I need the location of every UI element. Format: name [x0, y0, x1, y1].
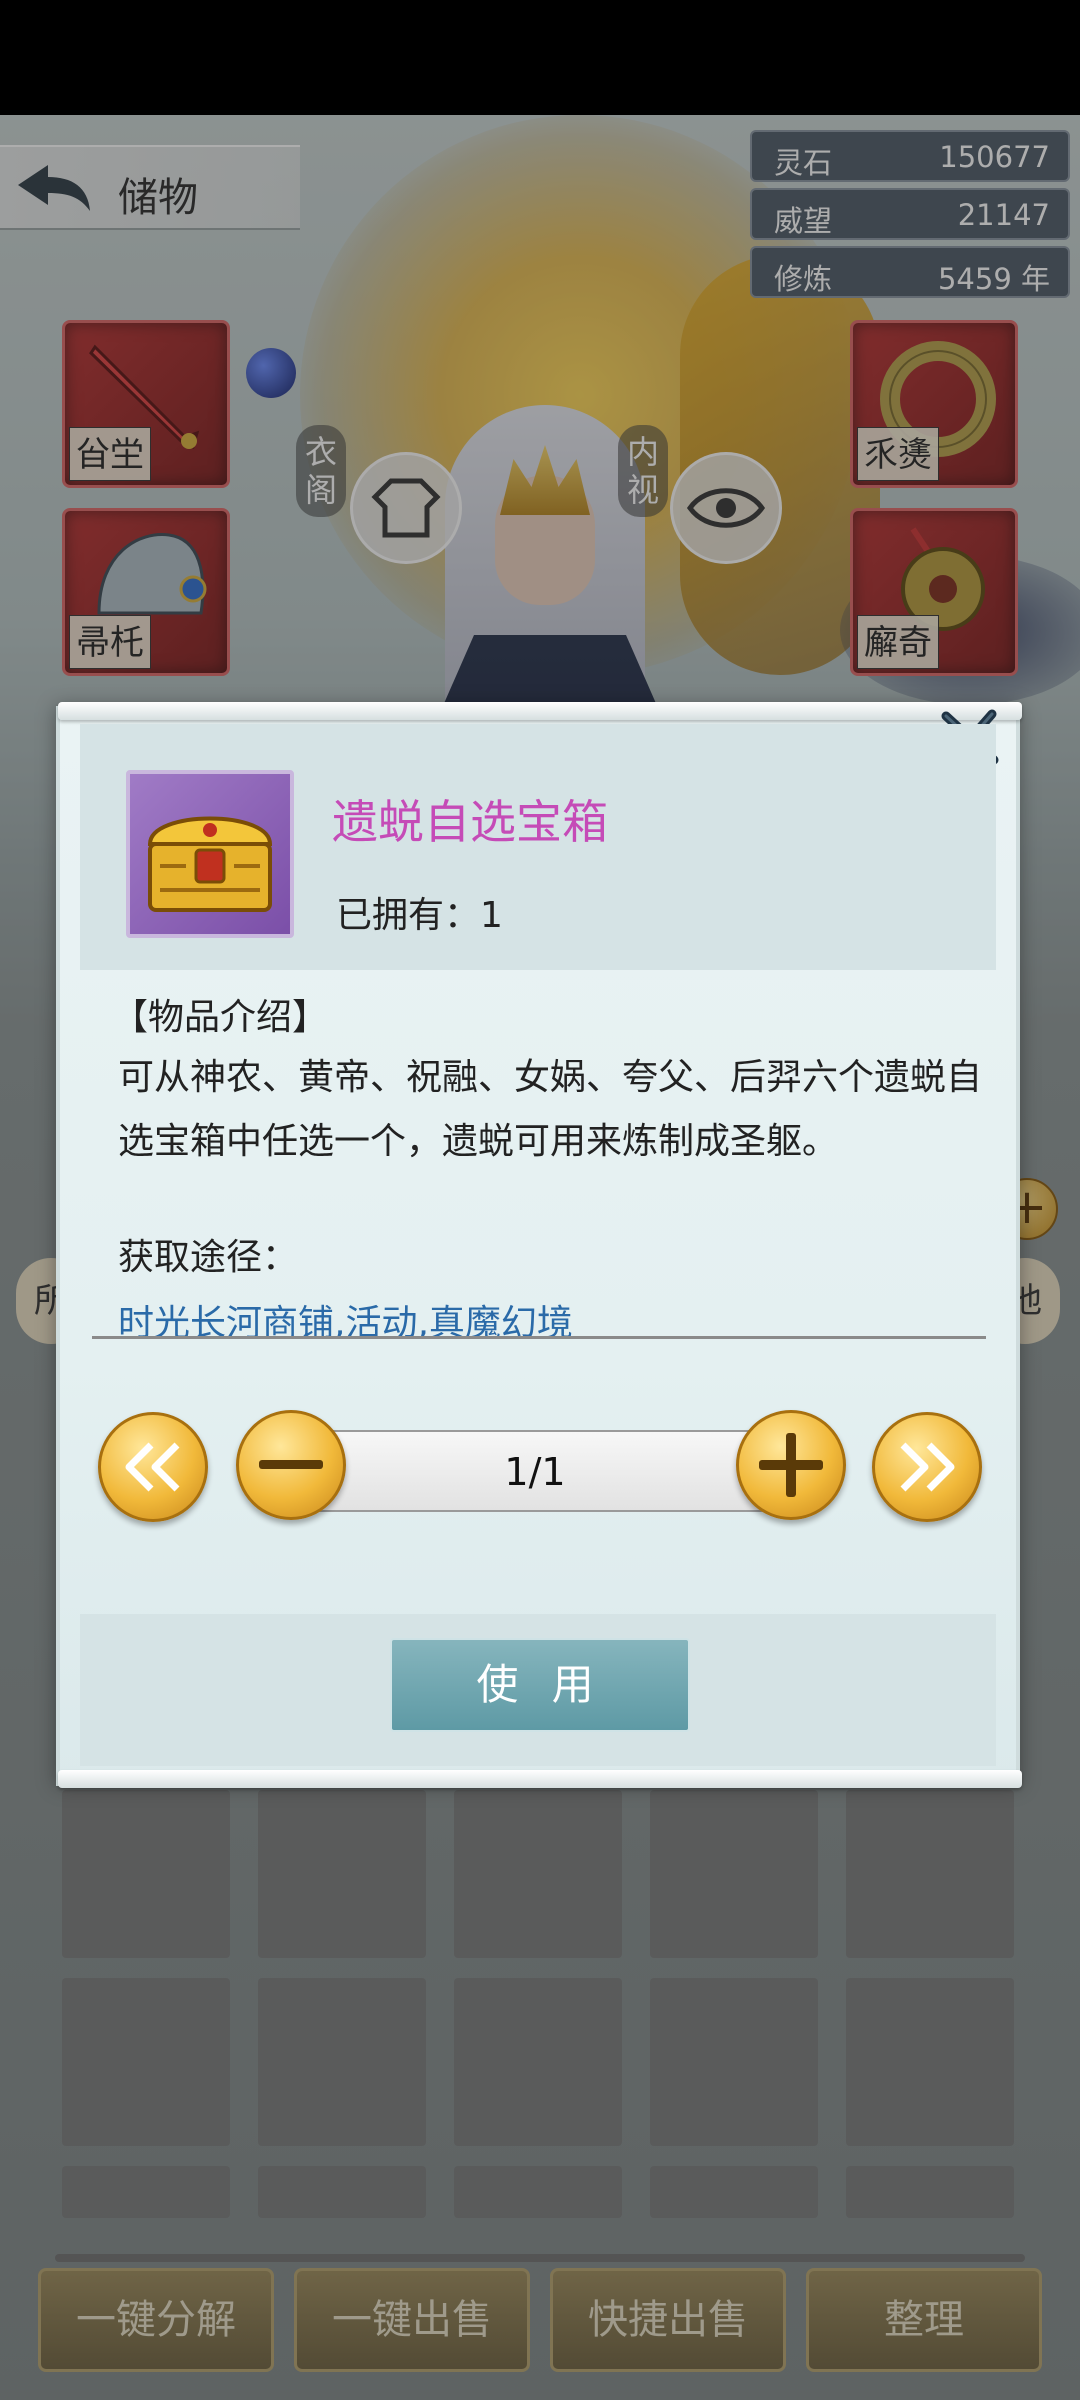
double-left-icon: [125, 1442, 180, 1492]
use-button[interactable]: 使 用: [390, 1638, 690, 1732]
item-name: 遗蜕自选宝箱: [332, 795, 608, 849]
decrease-button[interactable]: [236, 1410, 346, 1520]
double-right-icon: [900, 1442, 955, 1492]
item-description: 可从神农、黄帝、祝融、女娲、夸父、后羿六个遗蜕自选宝箱中任选一个，遗蜕可用来炼制…: [118, 1057, 983, 1162]
treasure-chest-icon: [147, 816, 273, 912]
modal-bottom-rail: [58, 1770, 1022, 1788]
minus-icon: [259, 1460, 323, 1469]
increase-button[interactable]: [736, 1410, 846, 1520]
item-icon: [126, 770, 294, 938]
max-quantity-button[interactable]: [872, 1412, 982, 1522]
description-title: 【物品介绍】: [112, 997, 329, 1038]
quantity-field[interactable]: 1/1: [290, 1430, 780, 1512]
plus-icon: [759, 1433, 823, 1497]
min-quantity-button[interactable]: [98, 1412, 208, 1522]
quantity-value: 1/1: [504, 1450, 566, 1494]
modal-top-rail: [58, 702, 1022, 720]
source-title: 获取途径：: [118, 1237, 299, 1278]
divider: [92, 1336, 986, 1339]
status-bar: [0, 0, 1080, 115]
item-owned-count: 已拥有：1: [336, 895, 503, 936]
